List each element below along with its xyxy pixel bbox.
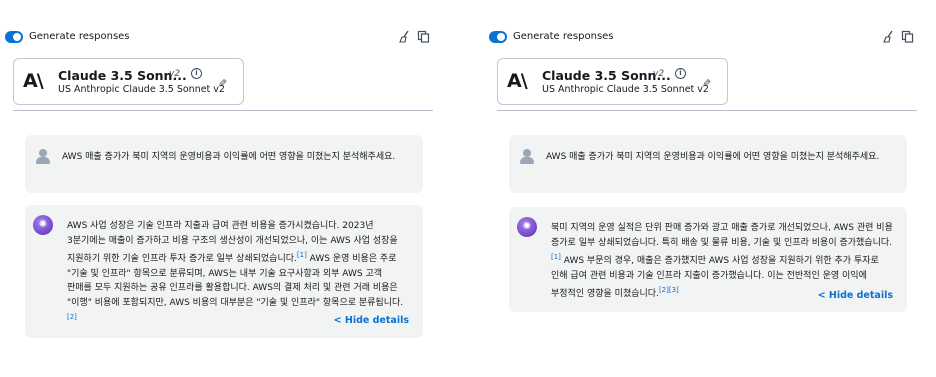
user-avatar-icon [35, 149, 51, 165]
edit-pencil-icon[interactable]: ✎ [216, 78, 229, 87]
model-name: Claude 3.5 Sonn... [542, 68, 671, 83]
toggle-knob [13, 33, 21, 41]
clear-brush-icon[interactable] [398, 30, 412, 44]
model-selector-card[interactable]: A\ Claude 3.5 Sonn... v2 i US Anthropic … [497, 58, 728, 105]
hide-details-link[interactable]: < Hide details [818, 290, 893, 301]
user-avatar-icon [519, 149, 535, 165]
comparison-panel-left: Generate responses A\ Claude 3.5 Sonn...… [0, 0, 433, 377]
model-selector-card[interactable]: A\ Claude 3.5 Sonn... v2 i US Anthropic … [13, 58, 244, 105]
bot-message: ✺ AWS 사업 성장은 기술 인프라 지출과 급여 관련 비용을 증가시켰습니… [25, 205, 423, 338]
anthropic-logo-icon: A\ [507, 70, 528, 92]
citation-link[interactable]: [1] [297, 251, 307, 259]
copy-icon[interactable] [900, 30, 914, 44]
citation-link[interactable]: [2][3] [659, 286, 679, 294]
model-name: Claude 3.5 Sonn... [58, 68, 187, 83]
clear-brush-icon[interactable] [882, 30, 896, 44]
toggle-knob [497, 33, 505, 41]
citation-link[interactable]: [2] [67, 313, 77, 321]
user-message-text: AWS 매출 증가가 북미 지역의 운영비용과 이익률에 어떤 영향을 미쳤는지… [546, 152, 880, 162]
comparison-panel-right: Generate responses A\ Claude 3.5 Sonn...… [484, 0, 917, 377]
bot-message-text: AWS 사업 성장은 기술 인프라 지출과 급여 관련 비용을 증가시켰습니다.… [67, 221, 404, 321]
user-message: AWS 매출 증가가 북미 지역의 운영비용과 이익률에 어떤 영향을 미쳤는지… [25, 135, 423, 193]
panel-toolbar: Generate responses [5, 30, 430, 46]
hide-details-link[interactable]: < Hide details [334, 315, 409, 326]
edit-pencil-icon[interactable]: ✎ [700, 78, 713, 87]
bot-avatar-icon: ✺ [33, 215, 53, 235]
generate-responses-toggle[interactable] [489, 31, 507, 43]
copy-icon[interactable] [416, 30, 430, 44]
model-subtitle: US Anthropic Claude 3.5 Sonnet v2 [58, 84, 225, 95]
bot-message: ✺ 북미 지역의 운영 실적은 단위 판매 증가와 광고 매출 증가로 개선되었… [509, 207, 907, 312]
user-message: AWS 매출 증가가 북미 지역의 운영비용과 이익률에 어떤 영향을 미쳤는지… [509, 135, 907, 193]
panel-toolbar: Generate responses [489, 30, 914, 46]
toggle-label: Generate responses [513, 31, 614, 42]
generate-responses-toggle[interactable] [5, 31, 23, 43]
divider [13, 110, 433, 111]
info-icon[interactable]: i [191, 68, 202, 79]
user-message-text: AWS 매출 증가가 북미 지역의 운영비용과 이익률에 어떤 영향을 미쳤는지… [62, 152, 396, 162]
toggle-label: Generate responses [29, 31, 130, 42]
citation-link[interactable]: [1] [551, 253, 561, 261]
model-version: v2 [653, 69, 665, 79]
model-subtitle: US Anthropic Claude 3.5 Sonnet v2 [542, 84, 709, 95]
info-icon[interactable]: i [675, 68, 686, 79]
bot-avatar-icon: ✺ [517, 217, 537, 237]
model-version: v2 [169, 69, 181, 79]
divider [497, 110, 917, 111]
anthropic-logo-icon: A\ [23, 70, 44, 92]
